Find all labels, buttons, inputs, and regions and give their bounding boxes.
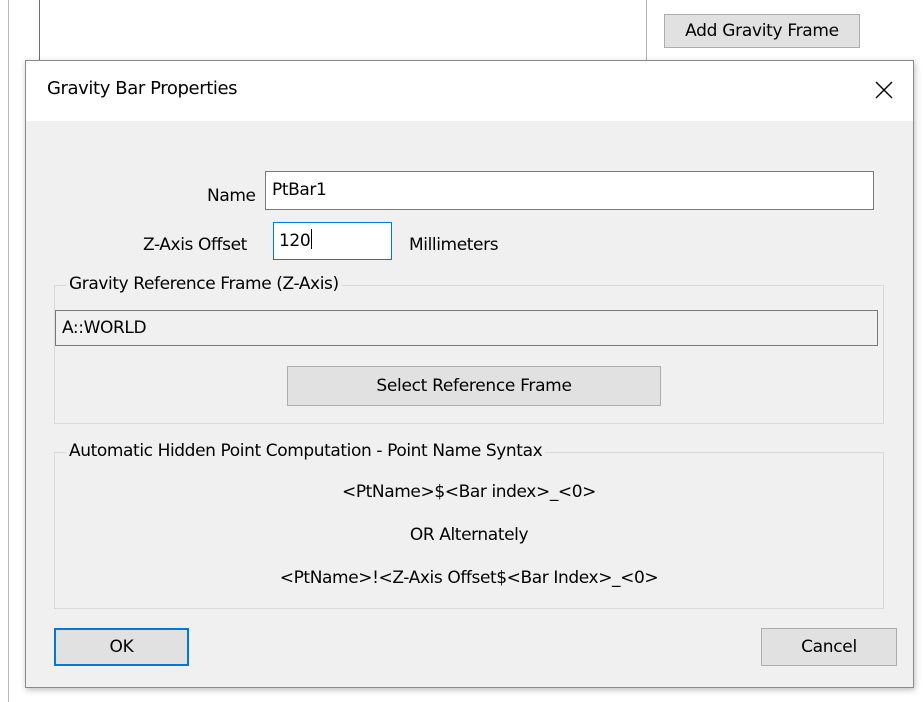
add-gravity-frame-button[interactable]: Add Gravity Frame [664,14,860,48]
select-reference-frame-button[interactable]: Select Reference Frame [287,366,661,406]
background-divider [39,0,40,60]
text-caret [311,229,313,249]
dialog-title: Gravity Bar Properties [47,78,238,99]
name-label: Name [207,186,256,206]
name-field[interactable]: PtBar1 [265,171,874,210]
cancel-button[interactable]: Cancel [761,628,897,666]
point-name-syntax-legend: Automatic Hidden Point Computation - Poi… [66,441,546,461]
background-divider [8,0,9,702]
units-label: Millimeters [409,235,499,255]
dialog-titlebar: Gravity Bar Properties [26,61,913,121]
reference-frame-value: A::WORLD [62,318,147,338]
reference-frame-field: A::WORLD [55,310,878,346]
name-value: PtBar1 [272,180,327,200]
ok-button[interactable]: OK [54,628,189,666]
z-axis-offset-field[interactable]: 120 [273,222,392,260]
point-name-syntax-group: Automatic Hidden Point Computation - Poi… [54,441,884,609]
syntax-line-separator: OR Alternately [409,525,529,545]
gravity-bar-properties-dialog: Gravity Bar Properties Name PtBar1 Z-Axi… [25,60,914,688]
gravity-reference-frame-group: Gravity Reference Frame (Z-Axis) A::WORL… [54,274,884,424]
z-axis-offset-value: 120 [279,231,311,251]
syntax-line-primary: <PtName>$<Bar index>_<0> [341,482,597,502]
background-divider [646,0,647,60]
z-axis-offset-label: Z-Axis Offset [143,235,247,255]
gravity-reference-frame-legend: Gravity Reference Frame (Z-Axis) [66,274,342,294]
close-icon[interactable] [865,71,903,109]
syntax-line-alternate: <PtName>!<Z-Axis Offset$<Bar Index>_<0> [279,568,659,588]
